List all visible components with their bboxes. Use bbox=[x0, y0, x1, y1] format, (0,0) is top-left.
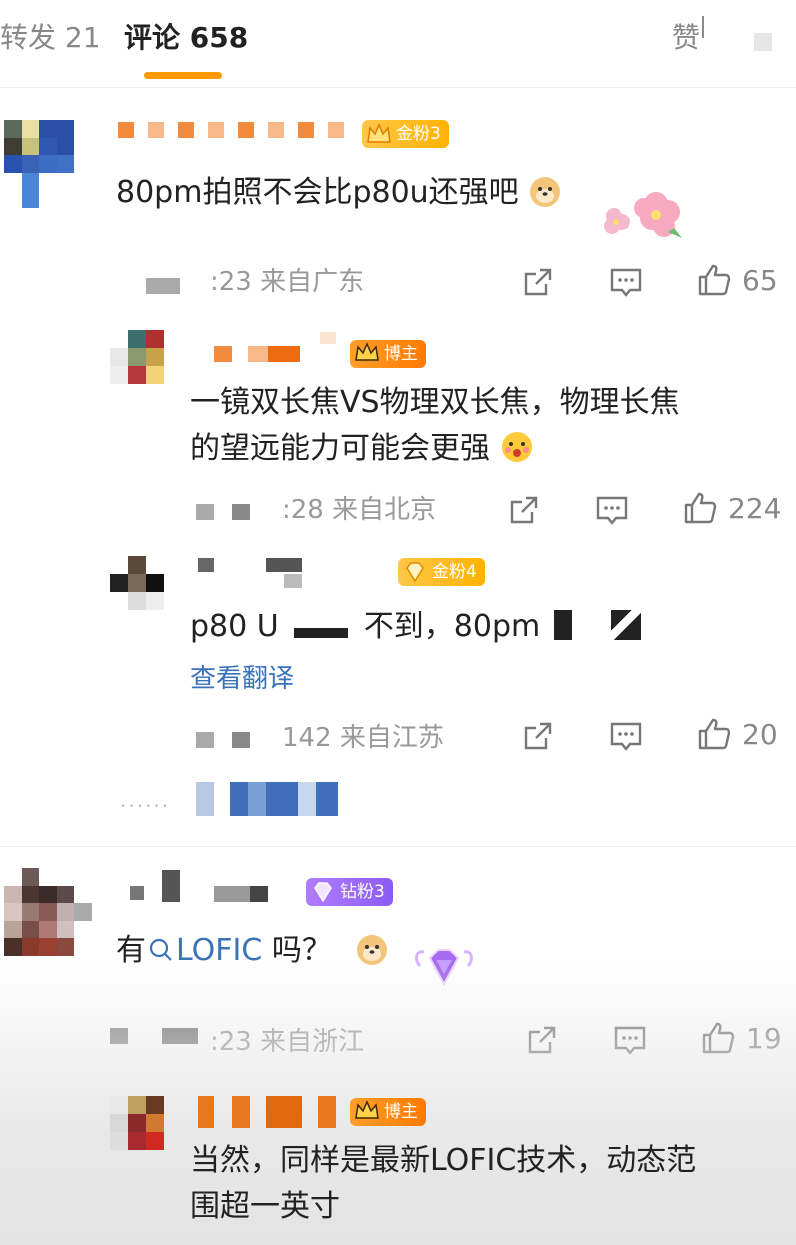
timestamp-redacted bbox=[232, 732, 250, 748]
reply-meta: :28 来自北京 bbox=[282, 495, 437, 525]
sakura-sticker bbox=[604, 192, 682, 238]
reply-meta: 142 来自江苏 bbox=[282, 723, 444, 753]
comment-icon bbox=[614, 1026, 646, 1055]
reply-text: p80 U 不到，80pm bbox=[190, 604, 642, 650]
avatar[interactable] bbox=[110, 330, 164, 384]
shy-emoji bbox=[501, 432, 532, 462]
avatar[interactable] bbox=[4, 120, 92, 208]
badge-label: 金粉4 bbox=[432, 562, 477, 582]
like-button[interactable]: 224 bbox=[682, 490, 781, 526]
tab-bar: 转发 21 评论 658 赞 bbox=[0, 0, 796, 88]
reply-text: 当然，同样是最新LOFIC技术，动态范 围超一英寸 bbox=[190, 1143, 697, 1224]
badge-label: 金粉3 bbox=[396, 124, 441, 144]
avatar[interactable] bbox=[4, 868, 92, 956]
username-redacted bbox=[284, 574, 302, 588]
username-redacted bbox=[320, 332, 336, 344]
thumb-up-icon bbox=[684, 492, 717, 524]
like-count: 20 bbox=[742, 717, 778, 751]
comment-meta: :23 来自广东 bbox=[210, 267, 365, 297]
username-redacted bbox=[214, 886, 268, 902]
text-redacted bbox=[553, 610, 590, 640]
timestamp-redacted bbox=[196, 732, 214, 748]
divider bbox=[0, 846, 796, 847]
like-button[interactable]: 19 bbox=[700, 1020, 782, 1056]
fan-badge[interactable]: 钻粉3 bbox=[306, 878, 393, 906]
reply-text: 一镜双长焦VS物理双长焦，物理长焦 的望远能力可能会更强 bbox=[190, 385, 680, 466]
comment-meta: :23 来自浙江 bbox=[210, 1027, 365, 1057]
comment-text: 80pm拍照不会比p80u还强吧 bbox=[116, 170, 562, 216]
topic-link[interactable]: LOFIC bbox=[146, 933, 262, 968]
timestamp-redacted bbox=[146, 278, 180, 294]
timestamp-redacted bbox=[162, 1028, 198, 1044]
avatar[interactable] bbox=[110, 1096, 164, 1150]
like-count: 19 bbox=[746, 1021, 782, 1055]
like-button[interactable]: 65 bbox=[696, 262, 778, 298]
reply-button[interactable] bbox=[612, 1022, 648, 1058]
placeholder-square bbox=[754, 33, 772, 51]
host-badge[interactable]: 博主 bbox=[350, 1098, 426, 1126]
username-redacted[interactable] bbox=[214, 346, 300, 362]
username-redacted bbox=[162, 870, 180, 902]
translate-link[interactable]: 查看翻译 bbox=[190, 662, 294, 696]
share-icon bbox=[524, 722, 552, 750]
thumb-up-icon bbox=[698, 718, 731, 750]
gem-icon bbox=[406, 562, 424, 583]
timestamp-redacted bbox=[196, 504, 214, 520]
share-icon bbox=[524, 268, 552, 296]
share-button[interactable] bbox=[520, 718, 556, 754]
thumb-up-icon bbox=[698, 264, 731, 296]
share-button[interactable] bbox=[520, 264, 556, 300]
doge-emoji bbox=[530, 177, 561, 207]
share-icon bbox=[510, 496, 538, 524]
tab-repost[interactable]: 转发 21 bbox=[0, 18, 101, 58]
text-redacted bbox=[294, 618, 349, 638]
comment-icon bbox=[596, 496, 628, 525]
reply-button[interactable] bbox=[608, 718, 644, 754]
comment-text: 有 LOFIC 吗？ bbox=[116, 928, 389, 974]
share-button[interactable] bbox=[524, 1022, 560, 1058]
crown-icon bbox=[367, 123, 391, 143]
like-button[interactable]: 20 bbox=[696, 716, 778, 752]
more-replies-redacted[interactable] bbox=[196, 782, 338, 816]
username-redacted[interactable] bbox=[118, 122, 348, 138]
username-redacted[interactable] bbox=[198, 558, 214, 572]
comment-icon bbox=[610, 722, 642, 751]
tab-likes[interactable]: 赞 bbox=[672, 18, 700, 58]
fan-badge[interactable]: 金粉4 bbox=[398, 558, 485, 586]
timestamp-redacted bbox=[232, 504, 250, 520]
diamond-icon bbox=[314, 882, 332, 903]
badge-label: 博主 bbox=[384, 1102, 418, 1122]
share-icon bbox=[528, 1026, 556, 1054]
text-cursor bbox=[702, 16, 704, 38]
timestamp-redacted bbox=[110, 1028, 128, 1044]
badge-label: 钻粉3 bbox=[340, 882, 385, 902]
username-redacted bbox=[266, 558, 302, 572]
reply-button[interactable] bbox=[594, 492, 630, 528]
crown-icon bbox=[355, 1100, 379, 1119]
badge-label: 博主 bbox=[384, 344, 418, 364]
username-redacted[interactable] bbox=[198, 1096, 336, 1128]
fan-badge[interactable]: 金粉3 bbox=[362, 120, 449, 148]
tab-comments[interactable]: 评论 658 bbox=[124, 18, 248, 58]
doge-emoji bbox=[357, 935, 388, 965]
search-icon bbox=[149, 938, 172, 961]
avatar[interactable] bbox=[110, 556, 164, 610]
host-badge[interactable]: 博主 bbox=[350, 340, 426, 368]
reply-button[interactable] bbox=[608, 264, 644, 300]
crown-icon bbox=[355, 342, 379, 361]
like-count: 224 bbox=[728, 491, 782, 525]
like-count: 65 bbox=[742, 263, 778, 297]
active-tab-indicator bbox=[144, 72, 222, 79]
share-button[interactable] bbox=[506, 492, 542, 528]
diamond-sticker bbox=[415, 949, 473, 987]
more-replies-indicator[interactable]: ...... bbox=[120, 788, 170, 812]
text-redacted bbox=[611, 610, 642, 640]
username-redacted[interactable] bbox=[130, 886, 144, 900]
thumb-up-icon bbox=[702, 1022, 735, 1054]
comment-icon bbox=[610, 268, 642, 297]
